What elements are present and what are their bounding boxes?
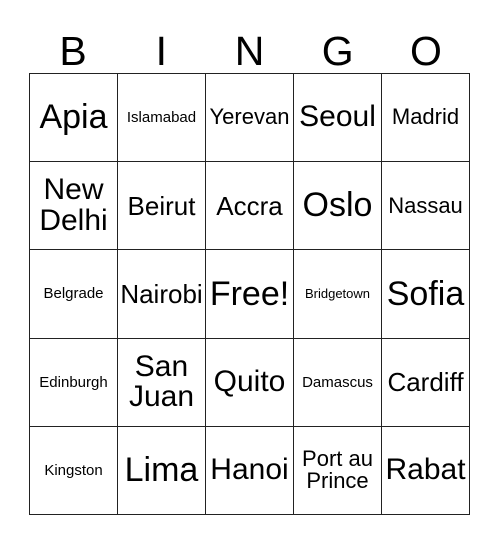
bingo-cell-b3[interactable]: Belgrade <box>30 250 118 339</box>
bingo-cell-label: Quito <box>213 364 286 398</box>
bingo-cell-label: Apia <box>39 98 108 137</box>
bingo-header-row: B I N G O <box>29 18 470 72</box>
bingo-cell-n1[interactable]: Yerevan <box>206 74 294 163</box>
bingo-header-letter-o: O <box>409 28 442 74</box>
bingo-cell-label: Port au Prince <box>302 445 373 494</box>
bingo-cell-i2[interactable]: Beirut <box>118 162 206 251</box>
bingo-cell-i1[interactable]: Islamabad <box>118 74 206 163</box>
bingo-cell-label: Accra <box>216 190 283 221</box>
bingo-header-letter-b: B <box>59 28 87 74</box>
bingo-cell-label: Madrid <box>391 104 460 130</box>
bingo-cell-i4[interactable]: San Juan <box>118 338 206 427</box>
bingo-grid: Apia Islamabad Yerevan Seoul Madrid New … <box>29 73 470 515</box>
bingo-cell-label: Belgrade <box>43 285 104 303</box>
bingo-cell-o4[interactable]: Cardiff <box>382 338 470 427</box>
bingo-free-space-label: Free! <box>209 274 290 313</box>
bingo-cell-n2[interactable]: Accra <box>206 162 294 251</box>
bingo-cell-free-space[interactable]: Free! <box>206 250 294 339</box>
bingo-cell-g5[interactable]: Port au Prince <box>294 426 382 515</box>
bingo-cell-o5[interactable]: Rabat <box>382 426 470 515</box>
bingo-cell-label: Sofia <box>386 274 465 313</box>
bingo-cell-label: Nairobi <box>120 278 203 309</box>
bingo-cell-o2[interactable]: Nassau <box>382 162 470 251</box>
bingo-cell-label: Kingston <box>44 461 103 479</box>
bingo-cell-g3[interactable]: Bridgetown <box>294 250 382 339</box>
bingo-cell-n4[interactable]: Quito <box>206 338 294 427</box>
bingo-card: B I N G O Apia Islamabad Yerevan Seoul M… <box>0 0 500 544</box>
bingo-cell-label: Yerevan <box>209 104 290 130</box>
bingo-cell-o1[interactable]: Madrid <box>382 74 470 163</box>
bingo-cell-i3[interactable]: Nairobi <box>118 250 206 339</box>
bingo-cell-b1[interactable]: Apia <box>30 74 118 163</box>
bingo-cell-label: Rabat <box>385 453 466 487</box>
bingo-cell-g2[interactable]: Oslo <box>294 162 382 251</box>
bingo-cell-label: Edinburgh <box>39 373 108 391</box>
bingo-cell-o3[interactable]: Sofia <box>382 250 470 339</box>
bingo-cell-label: Lima <box>124 451 199 490</box>
bingo-cell-label: Nassau <box>388 192 463 218</box>
bingo-cell-b5[interactable]: Kingston <box>30 426 118 515</box>
bingo-cell-b4[interactable]: Edinburgh <box>30 338 118 427</box>
bingo-cell-label: Seoul <box>299 100 376 134</box>
bingo-cell-label: Oslo <box>302 186 373 225</box>
bingo-cell-label: Beirut <box>127 190 196 221</box>
bingo-cell-label: Damascus <box>302 373 373 391</box>
bingo-cell-i5[interactable]: Lima <box>118 426 206 515</box>
bingo-cell-n5[interactable]: Hanoi <box>206 426 294 515</box>
bingo-cell-label: Islamabad <box>126 108 197 126</box>
bingo-cell-label: San Juan <box>128 349 195 414</box>
bingo-header-letter-n: N <box>234 28 265 74</box>
bingo-cell-label: Cardiff <box>387 366 464 397</box>
bingo-cell-label: New Delhi <box>39 173 108 237</box>
bingo-cell-g1[interactable]: Seoul <box>294 74 382 163</box>
bingo-header-letter-i: I <box>155 28 167 74</box>
bingo-cell-label: Hanoi <box>210 453 289 487</box>
bingo-cell-g4[interactable]: Damascus <box>294 338 382 427</box>
bingo-cell-b2[interactable]: New Delhi <box>30 162 118 251</box>
bingo-header-letter-g: G <box>321 28 354 74</box>
bingo-cell-label: Bridgetown <box>304 286 371 302</box>
